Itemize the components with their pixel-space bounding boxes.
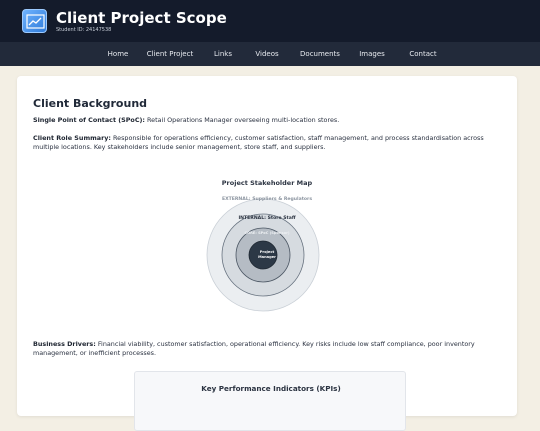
nav-contact[interactable]: Contact [402,42,444,66]
site-title: Client Project Scope [56,9,227,27]
spoc-label: Single Point of Contact (SPoC): [33,116,145,124]
role-paragraph: Client Role Summary: Responsible for ope… [33,134,505,152]
nav-home[interactable]: Home [98,42,138,66]
content-card: Client Background Single Point of Contac… [17,76,517,431]
spoc-text: Retail Operations Manager overseeing mul… [145,116,340,124]
internal-label: INTERNAL: Store Staff [238,216,296,221]
center-label-line2: Manager [258,255,276,259]
drivers-label: Business Drivers: [33,340,96,348]
kpi-title: Key Performance Indicators (KPIs) [201,384,341,393]
chart-logo-icon[interactable] [22,9,47,33]
kpi-panel: Key Performance Indicators (KPIs) [134,371,406,431]
student-id: Student ID: 24147538 [56,27,112,33]
nav-documents[interactable]: Documents [294,42,346,66]
nav-links[interactable]: Links [207,42,239,66]
nav-client-project[interactable]: Client Project [140,42,200,66]
nav-videos[interactable]: Videos [248,42,286,66]
external-label: EXTERNAL: Suppliers & Regulators [221,197,313,202]
core-label: CORE: SPoC (Sponsor) [244,231,290,235]
nav-images[interactable]: Images [353,42,391,66]
site-header: Client Project Scope Student ID: 2414753… [0,0,540,42]
role-label: Client Role Summary: [33,134,111,142]
main-nav: Home Client Project Links Videos Documen… [0,42,540,66]
section-heading: Client Background [33,97,148,110]
drivers-text: Financial viability, customer satisfacti… [33,340,475,357]
stakeholder-map-title: Project Stakeholder Map [221,179,313,187]
spoc-paragraph: Single Point of Contact (SPoC): Retail O… [33,116,505,125]
drivers-paragraph: Business Drivers: Financial viability, c… [33,340,505,358]
